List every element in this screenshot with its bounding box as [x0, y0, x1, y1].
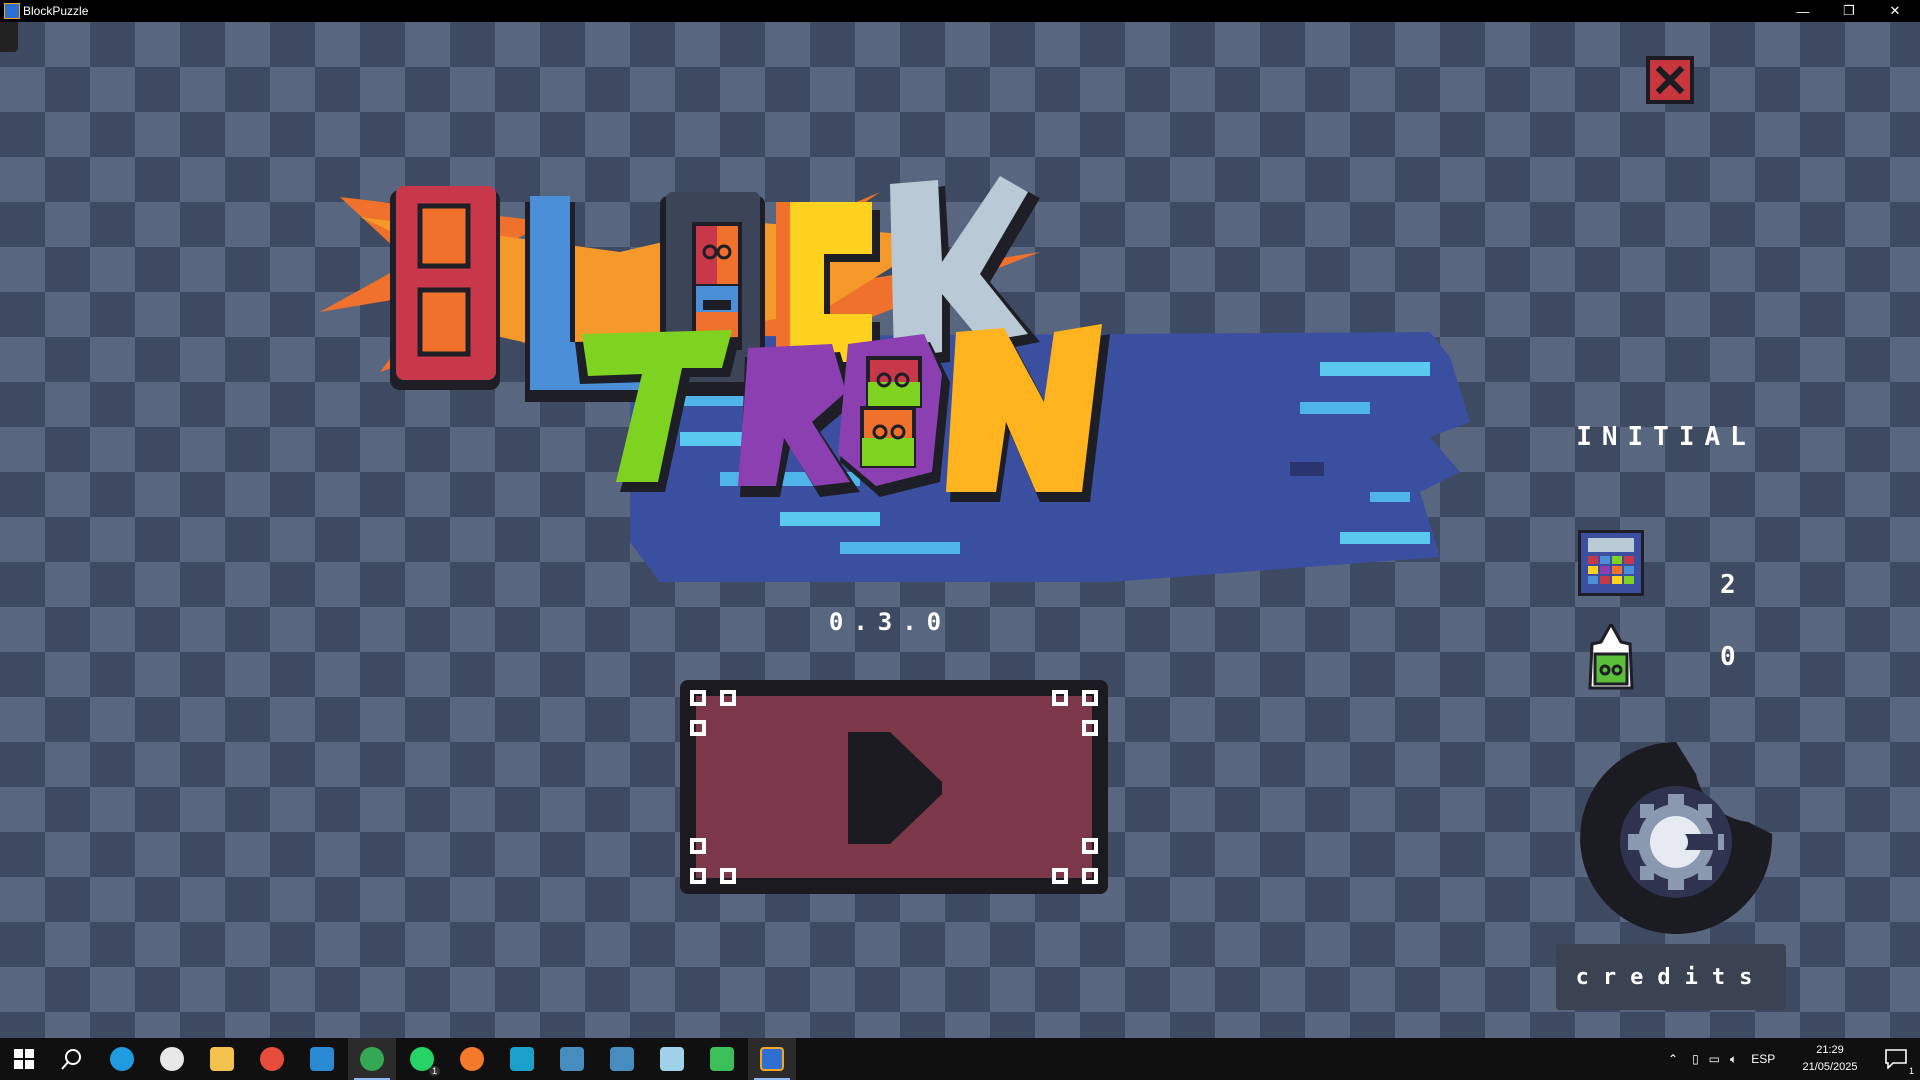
edge-icon — [110, 1047, 134, 1071]
search-button[interactable] — [48, 1038, 96, 1080]
folder-icon — [210, 1047, 234, 1071]
notes-icon — [660, 1047, 684, 1071]
taskbar-grid-app[interactable] — [698, 1038, 746, 1080]
search-icon — [61, 1049, 81, 1070]
notifications-button[interactable]: 1 — [1872, 1038, 1920, 1080]
volume-icon[interactable]: 🔈︎ — [1730, 1052, 1737, 1067]
taskbar-chrome[interactable] — [348, 1038, 396, 1080]
taskbar-whatsapp[interactable]: 1 — [398, 1038, 446, 1080]
c-app-icon — [510, 1047, 534, 1071]
blender-icon — [460, 1047, 484, 1071]
version-label: 0.3.0 — [828, 608, 952, 636]
grid-board-icon — [1578, 530, 1644, 596]
system-tray: ⌃ ▯ ▭ 🔈︎ ESP — [1668, 1038, 1775, 1080]
window-title: BlockPuzzle — [23, 4, 89, 18]
credits-button[interactable]: credits — [1556, 944, 1786, 1010]
close-icon — [1655, 65, 1685, 95]
start-button[interactable] — [0, 1038, 48, 1080]
chrome-icon — [360, 1047, 384, 1071]
taskbar-app-red[interactable] — [248, 1038, 296, 1080]
taskbar-notes[interactable] — [648, 1038, 696, 1080]
window-close-button[interactable]: ✕ — [1872, 0, 1918, 22]
play-frame-corners — [690, 690, 1098, 884]
window-titlebar: BlockPuzzle — ❐ ✕ — [0, 0, 1920, 22]
grid-app-icon — [710, 1047, 734, 1071]
app-icon-red — [260, 1047, 284, 1071]
play-icon — [848, 732, 942, 844]
taskbar-godot-1[interactable] — [548, 1038, 596, 1080]
green-block-flame-icon — [1588, 624, 1634, 690]
restore-button[interactable]: ❐ — [1826, 0, 1872, 22]
whatsapp-badge: 1 — [428, 1066, 440, 1076]
language-indicator[interactable]: ESP — [1751, 1052, 1775, 1066]
taskbar-blender[interactable] — [448, 1038, 496, 1080]
blockpuzzle-icon — [760, 1047, 784, 1071]
clock-time: 21:29 — [1816, 1044, 1844, 1056]
app-icon — [4, 3, 20, 19]
taskbar: 1 ⌃ ▯ ▭ 🔈︎ ESP 21:29 21/05/2025 1 — [0, 1038, 1920, 1080]
taskbar-c-app[interactable] — [498, 1038, 546, 1080]
game-close-button[interactable] — [1646, 56, 1694, 104]
stat-value-board: 2 — [1720, 570, 1736, 600]
game-logo — [320, 176, 1470, 582]
taskbar-vscode[interactable] — [298, 1038, 346, 1080]
taskbar-paint[interactable] — [148, 1038, 196, 1080]
stat-value-blocks: 0 — [1720, 642, 1736, 672]
clock-date: 21/05/2025 — [1802, 1061, 1858, 1073]
chevron-up-icon[interactable]: ⌃ — [1668, 1052, 1678, 1066]
paint-brush-icon — [160, 1047, 184, 1071]
taskbar-blockpuzzle[interactable] — [748, 1038, 796, 1080]
taskbar-godot-2[interactable] — [598, 1038, 646, 1080]
device-icon[interactable]: ▯ — [1692, 1052, 1699, 1066]
play-button[interactable] — [680, 680, 1108, 894]
game-canvas: 0.3.0 INITIAL 2 0 credits — [0, 22, 1920, 1038]
taskbar-edge[interactable] — [98, 1038, 146, 1080]
notification-icon — [1885, 1049, 1907, 1069]
godot-icon — [560, 1047, 584, 1071]
notification-count: 1 — [1908, 1066, 1914, 1076]
corner-tab — [0, 22, 18, 52]
taskbar-explorer[interactable] — [198, 1038, 246, 1080]
minimize-button[interactable]: — — [1780, 0, 1826, 22]
windows-icon — [14, 1049, 34, 1069]
settings-button[interactable] — [1576, 738, 1776, 938]
difficulty-label: INITIAL — [1576, 422, 1756, 452]
clock[interactable]: 21:29 21/05/2025 — [1788, 1042, 1872, 1076]
vscode-icon — [310, 1047, 334, 1071]
godot-icon — [610, 1047, 634, 1071]
network-icon[interactable]: ▭ — [1709, 1052, 1720, 1066]
